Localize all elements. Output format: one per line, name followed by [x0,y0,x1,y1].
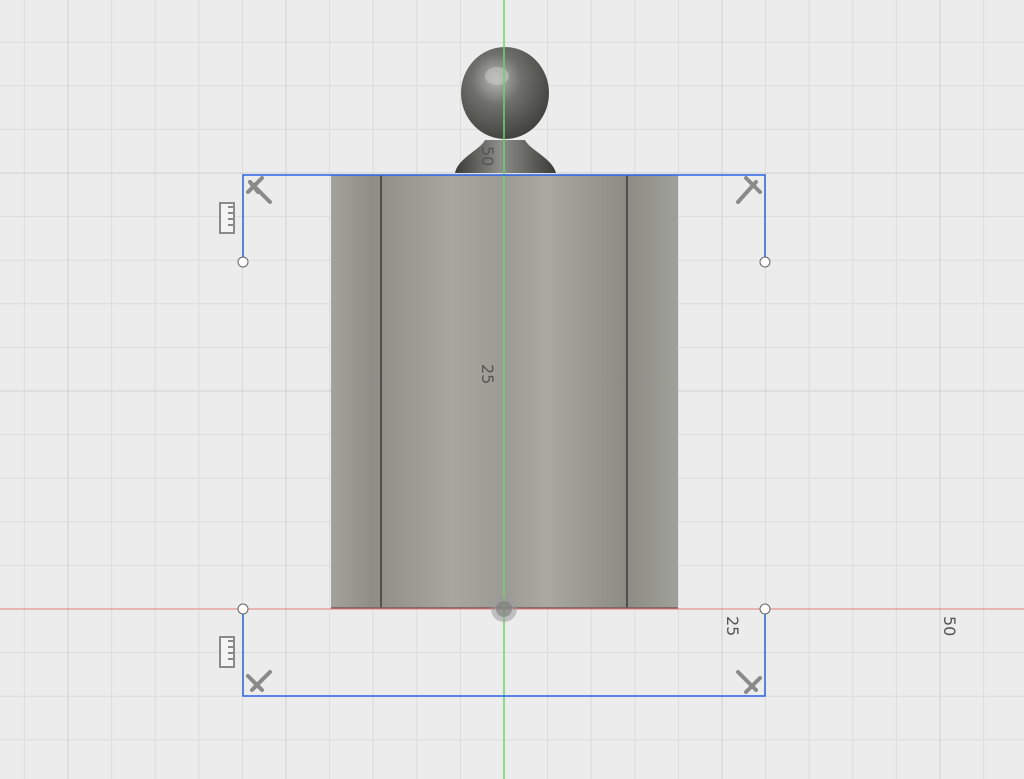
ruler-icon[interactable] [219,636,235,668]
handle-top-right[interactable] [759,256,771,268]
y-tick-label-25: 25 [478,364,497,384]
t-arrow-icon[interactable] [736,670,762,694]
t-arrow-icon[interactable] [736,176,762,204]
origin-icon[interactable] [491,596,517,622]
handle-top-left[interactable] [237,256,249,268]
y-tick-label-50: 50 [478,146,497,166]
t-arrow-icon[interactable] [246,670,272,692]
knob[interactable] [455,47,556,173]
handle-bottom-left[interactable] [237,603,249,615]
canvas[interactable]: 25 50 25 50 [0,0,1024,779]
handle-bottom-right[interactable] [759,603,771,615]
x-tick-label-25: 25 [723,616,742,636]
cad-viewport[interactable]: 25 50 25 50 [0,0,1024,779]
ruler-icon[interactable] [219,202,235,234]
t-arrow-icon[interactable] [246,176,272,204]
x-tick-label-50: 50 [940,616,959,636]
